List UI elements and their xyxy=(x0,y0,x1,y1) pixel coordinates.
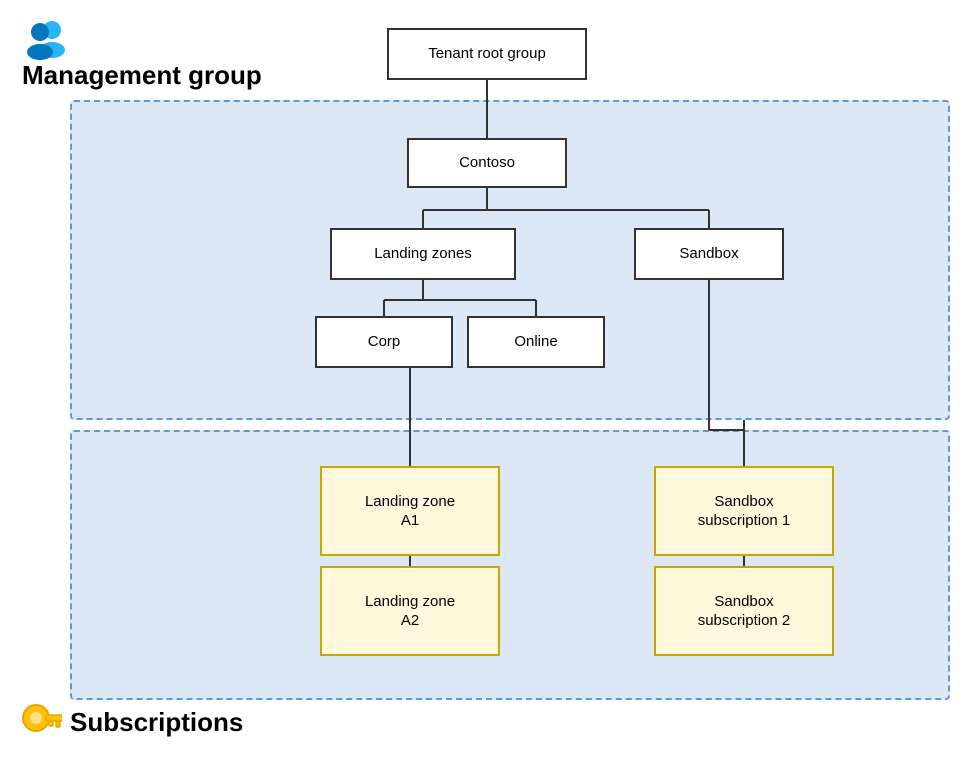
sandbox-node: Sandbox xyxy=(634,228,784,280)
contoso-node: Contoso xyxy=(407,138,567,188)
subscriptions-icon xyxy=(22,702,62,742)
tenant-root-node: Tenant root group xyxy=(387,28,587,80)
mgmt-group-label: Management group xyxy=(22,60,262,91)
lz-a2-node: Landing zone A2 xyxy=(320,566,500,656)
mgmt-group-icon xyxy=(22,14,70,62)
diagram-container: Management group Subscriptions Tenant ro… xyxy=(0,0,974,758)
online-node: Online xyxy=(467,316,605,368)
landing-zones-node: Landing zones xyxy=(330,228,516,280)
sandbox-sub2-node: Sandbox subscription 2 xyxy=(654,566,834,656)
subscriptions-label: Subscriptions xyxy=(70,707,243,738)
corp-node: Corp xyxy=(315,316,453,368)
lz-a1-node: Landing zone A1 xyxy=(320,466,500,556)
sandbox-sub1-node: Sandbox subscription 1 xyxy=(654,466,834,556)
